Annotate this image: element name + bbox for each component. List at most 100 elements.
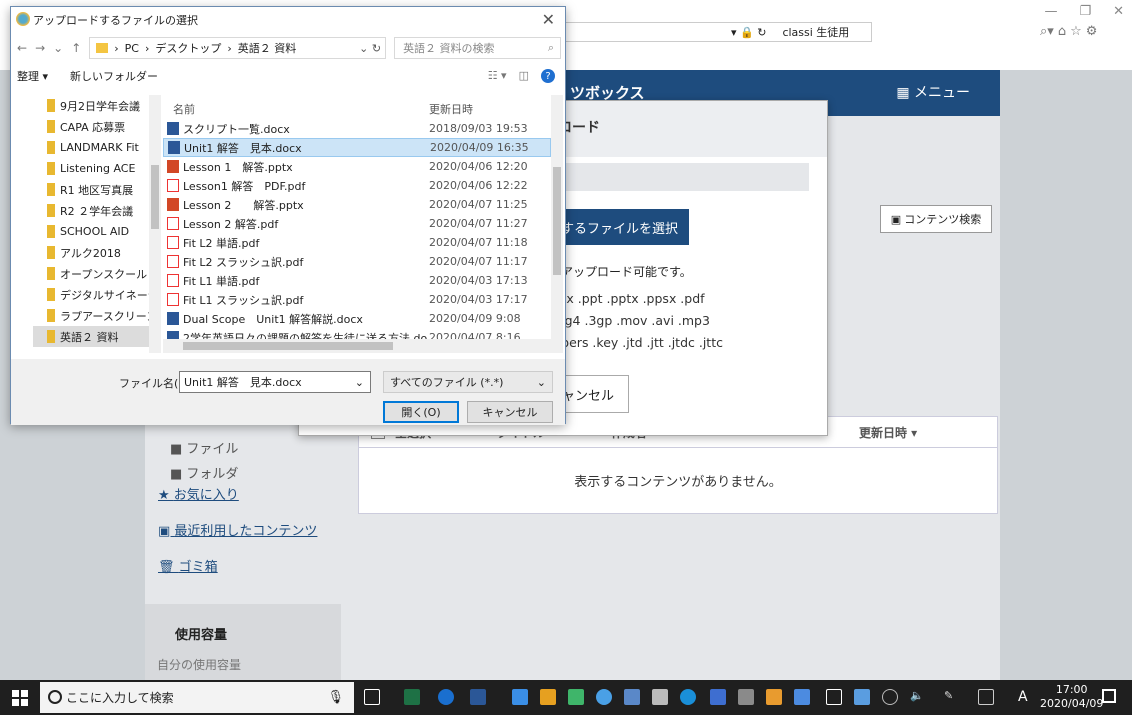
app-icon[interactable] — [568, 689, 584, 705]
col-date[interactable]: 更新日時 — [429, 101, 473, 117]
app-icon[interactable] — [540, 689, 556, 705]
file-date: 2020/04/07 11:27 — [429, 217, 528, 230]
search-dropdown-icon[interactable]: ⌕▾ — [1040, 24, 1054, 39]
file-row[interactable]: Lesson 2 解答.pdf 2020/04/07 11:27 — [163, 214, 551, 233]
col-updated[interactable]: 更新日時 ▾ — [859, 424, 917, 441]
menu-button[interactable]: ▦ メニュー — [896, 82, 970, 102]
col-name[interactable]: 名前 — [173, 101, 195, 117]
tree-item-folder[interactable]: ■ フォルダ — [170, 463, 238, 482]
clock[interactable]: 17:00 2020/04/09 — [1040, 683, 1103, 711]
new-folder-button[interactable]: 新しいフォルダー — [70, 68, 158, 84]
refresh-icon[interactable]: ⌄ ↻ — [359, 42, 385, 55]
notification-icon[interactable] — [1102, 689, 1116, 703]
address-bar[interactable]: ▾ 🔒 ↻ classi 生徒用 — [560, 22, 872, 42]
crumb-desktop[interactable]: デスクトップ — [155, 40, 221, 56]
file-row[interactable]: Lesson 2 解答.pptx 2020/04/07 11:25 — [163, 195, 551, 214]
app-icon[interactable] — [652, 689, 668, 705]
nav-folder-item[interactable]: LANDMARK Fit — [33, 137, 157, 158]
close-window-button[interactable]: ✕ — [1113, 4, 1124, 19]
forward-icon[interactable]: → — [35, 41, 45, 55]
settings-icon[interactable]: ⚙ — [1086, 24, 1098, 39]
nav-folder-item[interactable]: R1 地区写真展 — [33, 179, 157, 200]
restore-button[interactable]: ❐ — [1079, 4, 1091, 19]
ime-indicator[interactable]: A — [1018, 689, 1028, 705]
nav-folder-item[interactable]: SCHOOL AID — [33, 221, 157, 242]
excel-icon[interactable] — [404, 689, 420, 705]
home-icon[interactable]: ⌂ — [1058, 24, 1066, 39]
nav-folder-item[interactable]: Listening ACE — [33, 158, 157, 179]
bluetooth-icon[interactable] — [680, 689, 696, 705]
file-row[interactable]: Fit L1 単語.pdf 2020/04/03 17:13 — [163, 271, 551, 290]
vscroll-thumb[interactable] — [553, 167, 561, 275]
file-row[interactable]: スクリプト一覧.docx 2018/09/03 19:53 — [163, 119, 551, 138]
app-icon[interactable] — [826, 689, 842, 705]
microphone-icon[interactable]: 🎙 — [327, 690, 344, 705]
nav-folder-item[interactable]: アルク2018 — [33, 242, 157, 263]
favorites-icon[interactable]: ☆ — [1070, 24, 1082, 39]
organize-button[interactable]: 整理 ▾ — [17, 68, 48, 84]
nav-scrollbar[interactable] — [149, 95, 161, 353]
taskbar-search[interactable]: ここに入力して検索 🎙 — [40, 682, 354, 713]
file-row[interactable]: Fit L2 スラッシュ訳.pdf 2020/04/07 11:17 — [163, 252, 551, 271]
task-view-icon[interactable] — [364, 689, 380, 705]
file-row[interactable]: Dual Scope Unit1 解答解説.docx 2020/04/09 9:0… — [163, 309, 551, 328]
favorites-link[interactable]: ★ お気に入り — [158, 484, 239, 503]
tab-title[interactable]: classi 生徒用 — [782, 24, 849, 40]
nav-folder-item[interactable]: ラプアースクリーン — [33, 305, 157, 326]
crumb-folder[interactable]: 英語２ 資料 — [238, 40, 297, 56]
app-icon[interactable] — [766, 689, 782, 705]
nav-folder-item[interactable]: オープンスクール — [33, 263, 157, 284]
app-icon[interactable] — [710, 689, 726, 705]
app-icon[interactable] — [624, 689, 640, 705]
dialog-close-button[interactable]: ✕ — [542, 10, 555, 29]
search-field[interactable]: 英語２ 資料の検索 ⌕ — [394, 37, 561, 59]
volume-icon[interactable]: 🔈 — [910, 689, 926, 705]
nav-folder-item[interactable]: デジタルサイネージ — [33, 284, 157, 305]
nav-folder-item[interactable]: CAPA 応募票 — [33, 116, 157, 137]
app-icon[interactable] — [854, 689, 870, 705]
cancel-button[interactable]: キャンセル — [467, 401, 553, 423]
crumb-pc[interactable]: PC — [125, 42, 139, 55]
nav-folder-item[interactable]: R2 ２学年会議 — [33, 200, 157, 221]
trash-link[interactable]: 🗑 ゴミ箱 — [158, 556, 218, 575]
content-search-button[interactable]: ▣ コンテンツ検索 — [880, 205, 992, 233]
pen-icon[interactable]: ✎ — [944, 689, 960, 705]
help-icon[interactable]: ? — [541, 69, 555, 83]
nav-folder-item[interactable]: 9月2日学年会議 — [33, 95, 157, 116]
file-list-vscrollbar[interactable] — [551, 95, 563, 339]
breadcrumb[interactable]: › PC › デスクトップ › 英語２ 資料 ⌄ ↻ — [89, 37, 387, 59]
chevron-down-icon[interactable]: ⌄ — [53, 41, 63, 55]
tree-item-file[interactable]: ■ ファイル — [170, 438, 238, 457]
open-button[interactable]: 開く(O) — [383, 401, 459, 423]
word-icon[interactable] — [470, 689, 486, 705]
file-row[interactable]: Lesson1 解答 PDF.pdf 2020/04/06 12:22 — [163, 176, 551, 195]
select-file-button[interactable]: するファイルを選択 — [549, 209, 689, 245]
chevron-down-icon[interactable]: ⌄ — [355, 376, 364, 389]
app-icon[interactable] — [794, 689, 810, 705]
view-options-icon[interactable]: ☷ ▾ — [488, 69, 507, 83]
hscroll-thumb[interactable] — [183, 342, 393, 350]
internet-explorer-icon[interactable] — [438, 689, 454, 705]
start-button[interactable] — [12, 690, 28, 706]
file-row[interactable]: Fit L2 単語.pdf 2020/04/07 11:18 — [163, 233, 551, 252]
keyboard-icon[interactable] — [978, 689, 994, 705]
recent-contents-link[interactable]: ▣ 最近利用したコンテンツ — [158, 520, 317, 539]
nav-scroll-thumb[interactable] — [151, 165, 159, 229]
nav-folder-item[interactable]: 英語２ 資料 — [33, 326, 157, 347]
file-row[interactable]: Fit L1 スラッシュ訳.pdf 2020/04/03 17:17 — [163, 290, 551, 309]
minimize-button[interactable]: — — [1044, 4, 1057, 19]
file-row[interactable]: Lesson 1 解答.pptx 2020/04/06 12:20 — [163, 157, 551, 176]
preview-pane-icon[interactable]: ◫ — [519, 69, 529, 83]
file-row[interactable]: 2学年英語日々の課題の解答を生徒に送る方法.do 2020/04/07 8:16 — [163, 328, 551, 339]
back-icon[interactable]: ← — [17, 41, 27, 55]
file-list-hscrollbar[interactable] — [163, 339, 563, 353]
app-icon[interactable] — [738, 689, 754, 705]
network-icon[interactable] — [882, 689, 898, 705]
up-icon[interactable]: ↑ — [71, 41, 81, 55]
filetype-select[interactable]: すべてのファイル (*.*) ⌄ — [383, 371, 553, 393]
app-icon[interactable] — [596, 689, 612, 705]
zoom-icon[interactable] — [512, 689, 528, 705]
filename-input[interactable]: Unit1 解答 見本.docx ⌄ — [179, 371, 371, 393]
pdf-file-icon — [167, 274, 179, 287]
file-row[interactable]: Unit1 解答 見本.docx 2020/04/09 16:35 — [163, 138, 551, 157]
